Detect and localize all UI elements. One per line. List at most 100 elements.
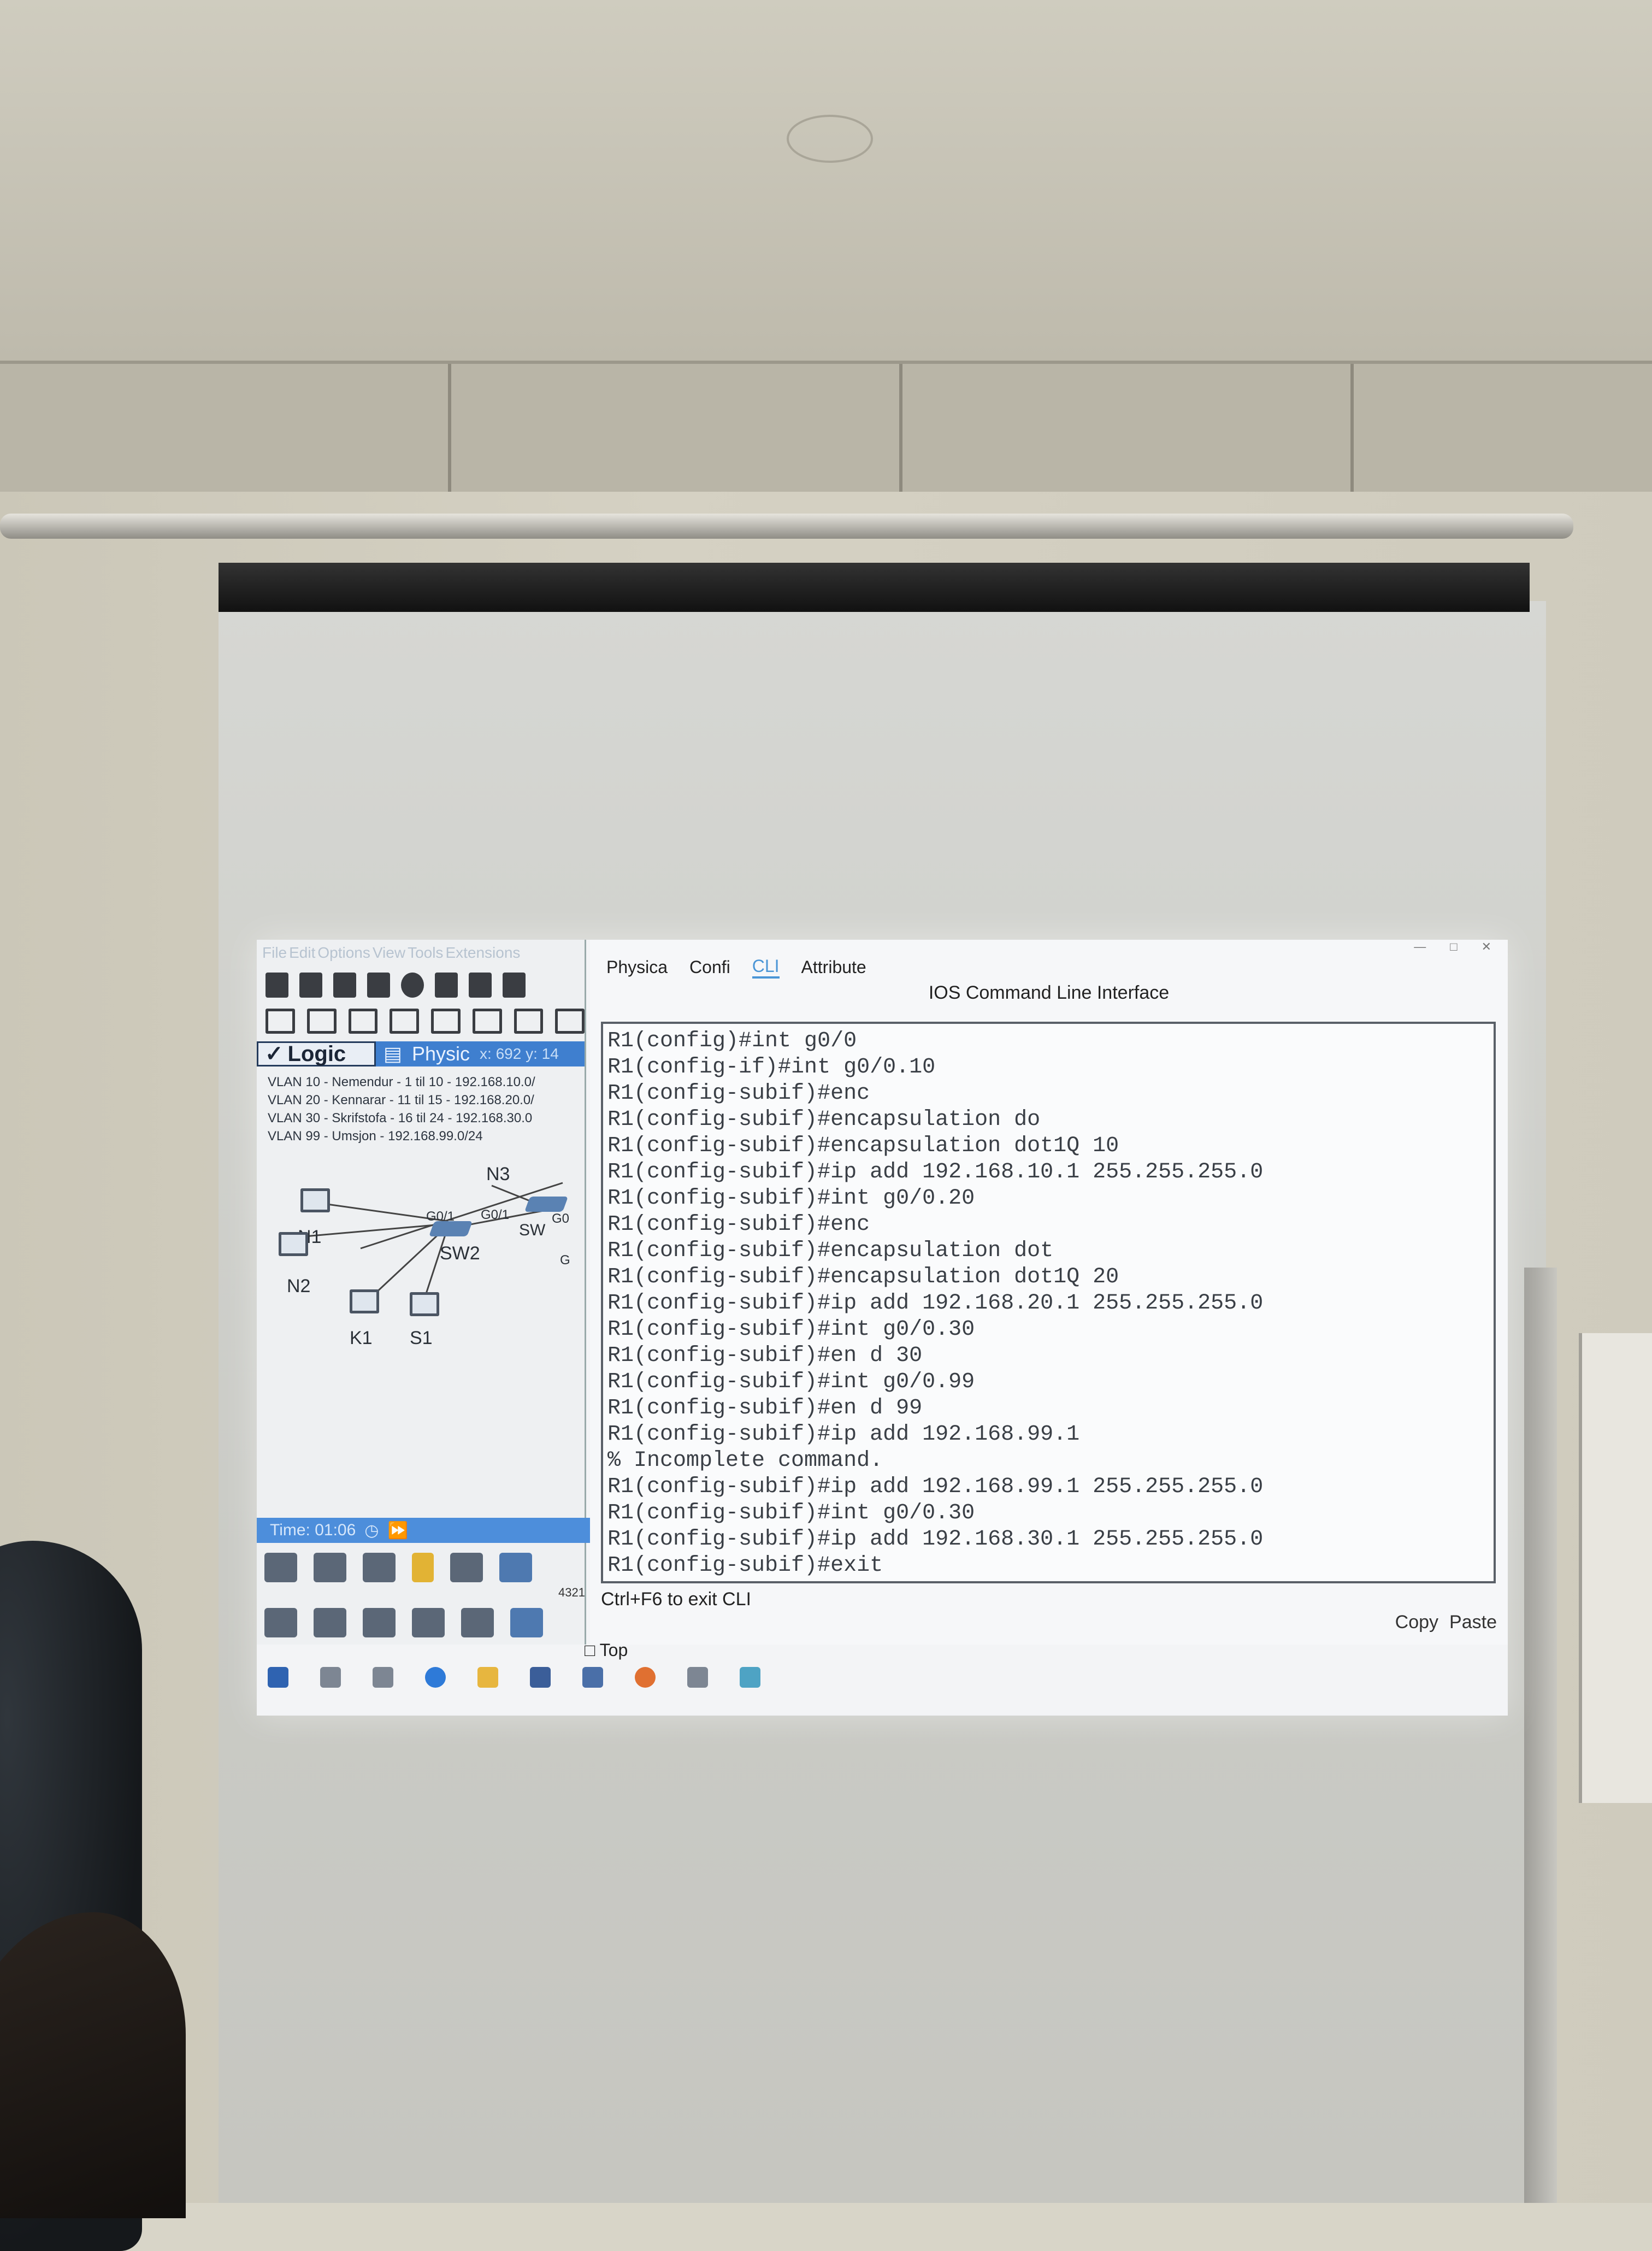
firefox-icon[interactable] (635, 1667, 656, 1688)
zoom-icon[interactable] (306, 1009, 337, 1034)
tab-attributes[interactable]: Attribute (801, 957, 866, 977)
select-icon[interactable] (266, 1009, 295, 1034)
router-model-icon[interactable] (363, 1608, 396, 1637)
device-label: K1 (350, 1328, 373, 1348)
logical-icon: ✓ (265, 1042, 284, 1066)
server-icon[interactable] (410, 1292, 439, 1316)
cli-line: % Incomplete command. (607, 1448, 883, 1473)
cloud-icon[interactable] (510, 1608, 543, 1637)
rectangle-icon[interactable] (514, 1009, 544, 1034)
task-view-icon[interactable] (373, 1667, 393, 1688)
port-label: G0 (552, 1211, 570, 1226)
cli-line: R1(config-subif)#encapsulation do (607, 1107, 1041, 1132)
router-model-icon[interactable] (314, 1608, 346, 1637)
note-icon[interactable] (431, 1009, 461, 1034)
exit-cli-hint: Ctrl+F6 to exit CLI (601, 1589, 751, 1610)
tab-cli[interactable]: CLI (752, 956, 780, 979)
cli-line: R1(config-subif)#ip add 192.168.30.1 255… (607, 1527, 1264, 1552)
cli-line: R1(config-subif)#exit (607, 1553, 883, 1578)
cli-line: R1(config-subif)#enc (607, 1081, 870, 1106)
switch-icon[interactable] (428, 1221, 473, 1236)
realtime-bar: Time: 01:06 ◷ ⏩ (257, 1518, 598, 1543)
mail-icon[interactable] (582, 1667, 603, 1688)
tab-physical-device[interactable]: Physica (606, 957, 668, 977)
device-label: SW2 (440, 1243, 480, 1264)
pc-icon[interactable] (300, 1188, 330, 1212)
physical-icon: ▤ (384, 1042, 403, 1065)
info-icon[interactable] (401, 973, 424, 998)
cabinet (1579, 1333, 1652, 1803)
maximize-icon[interactable]: □ (1450, 940, 1457, 954)
pc-icon[interactable] (350, 1289, 379, 1313)
file-explorer-icon[interactable] (477, 1667, 498, 1688)
menu-options[interactable]: Options (317, 944, 370, 962)
search-icon[interactable] (320, 1667, 341, 1688)
cli-line: R1(config-subif)#ip add 192.168.99.1 (607, 1422, 1080, 1447)
menu-extensions[interactable]: Extensions (445, 944, 520, 962)
switch-category-icon[interactable] (314, 1553, 346, 1582)
packet-tracer-icon[interactable] (740, 1667, 760, 1688)
save-icon[interactable] (333, 973, 356, 998)
network-info-icon[interactable] (469, 973, 492, 998)
wizard-icon[interactable] (435, 973, 458, 998)
end-devices-icon[interactable] (450, 1553, 483, 1582)
print-icon[interactable] (367, 973, 390, 998)
hub-category-icon[interactable] (363, 1553, 396, 1582)
workspace-tabs: ✓ Logic ▤ Physic x: 692 y: 14 (257, 1041, 585, 1066)
device-label: N3 (486, 1164, 510, 1185)
fast-forward-icon[interactable]: ⏩ (387, 1521, 408, 1540)
resize-icon[interactable] (390, 1009, 419, 1034)
connections-icon[interactable] (412, 1553, 434, 1582)
router-cli-window: — □ ✕ Physica Confi CLI Attribute IOS Co… (585, 940, 1508, 1660)
device-label: S1 (410, 1328, 433, 1348)
cli-line: R1(config)#int g0/0 (607, 1029, 857, 1053)
device-category-bar (257, 1543, 592, 1592)
clock-icon[interactable]: ◷ (364, 1521, 379, 1540)
router-model-icon[interactable] (461, 1608, 494, 1637)
switch-icon[interactable] (524, 1197, 569, 1212)
copy-button[interactable]: Copy (1395, 1612, 1438, 1633)
tab-config[interactable]: Confi (689, 957, 730, 977)
windows-start-icon[interactable] (268, 1667, 288, 1688)
cli-line: R1(config-subif)#ip add 192.168.99.1 255… (607, 1475, 1264, 1499)
cli-console[interactable]: R1(config)#int g0/0 R1(config-if)#int g0… (601, 1022, 1496, 1583)
menu-file[interactable]: File (262, 944, 287, 962)
audience-hair (0, 1912, 186, 2218)
wan-emulation-icon[interactable] (499, 1553, 532, 1582)
ceiling (0, 0, 1652, 382)
cli-line: R1(config-subif)#encapsulation dot (607, 1239, 1054, 1263)
window-titlebar: — □ ✕ (590, 940, 1508, 954)
device-label: N2 (287, 1276, 311, 1297)
menu-edit[interactable]: Edit (289, 944, 315, 962)
router-model-icon[interactable] (412, 1608, 445, 1637)
tab-physical[interactable]: ▤ Physic x: 692 y: 14 (376, 1041, 585, 1066)
menu-tools[interactable]: Tools (408, 944, 443, 962)
ceiling-light (787, 115, 873, 163)
vlan-note-line: VLAN 10 - Nemendur - 1 til 10 - 192.168.… (268, 1075, 535, 1089)
cli-heading: IOS Command Line Interface (928, 982, 1170, 1003)
app-icon[interactable] (687, 1667, 708, 1688)
open-folder-icon[interactable] (299, 973, 322, 998)
menu-view[interactable]: View (373, 944, 405, 962)
store-icon[interactable] (530, 1667, 551, 1688)
device-model-bar (257, 1601, 592, 1645)
device-model-label: 4321 (558, 1586, 585, 1599)
close-icon[interactable]: ✕ (1482, 940, 1491, 954)
tab-logical[interactable]: ✓ Logic (257, 1041, 376, 1066)
line-icon[interactable] (472, 1009, 502, 1034)
cli-line: R1(config-subif)#encapsulation dot1Q 10 (607, 1134, 1119, 1158)
ellipse-icon[interactable] (555, 1009, 585, 1034)
topology-canvas[interactable]: N3 SW G0/1 G0 N1 N2 G0/1 SW2 G K1 S1 (257, 1161, 585, 1500)
paste-button[interactable]: Paste (1449, 1612, 1497, 1633)
edge-icon[interactable] (425, 1667, 446, 1688)
screen-top-bar (219, 563, 1530, 612)
minimize-icon[interactable]: — (1414, 940, 1426, 954)
cli-line: R1(config-if)#int g0/0.10 (607, 1055, 936, 1080)
router-model-icon[interactable] (264, 1608, 297, 1637)
pc-icon[interactable] (279, 1232, 308, 1256)
router-category-icon[interactable] (264, 1553, 297, 1582)
tab-logical-label: Logic (287, 1041, 346, 1066)
new-file-icon[interactable] (266, 973, 288, 998)
copy-icon[interactable] (503, 973, 526, 998)
delete-icon[interactable] (348, 1009, 378, 1034)
